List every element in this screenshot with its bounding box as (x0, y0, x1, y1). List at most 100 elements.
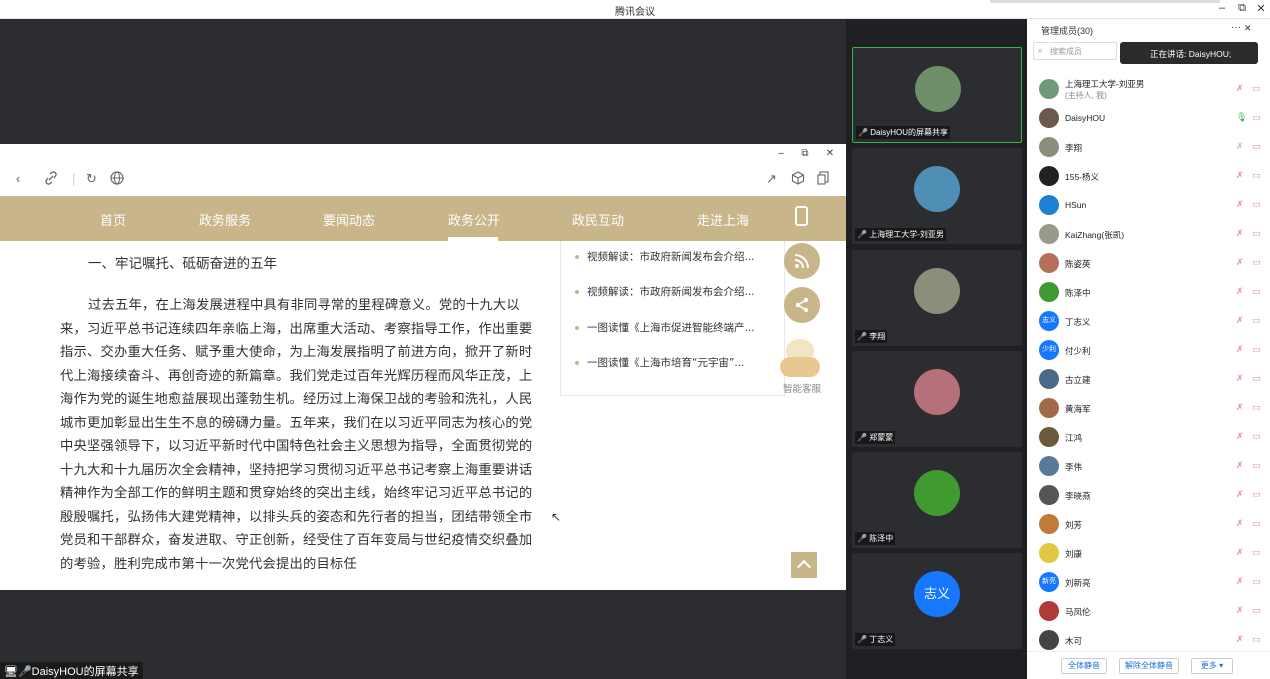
cube-icon[interactable] (791, 171, 805, 188)
member-row[interactable]: 李晓燕 ✗ ▭ (1027, 481, 1270, 510)
member-row[interactable]: DaisyHOU 🎙 ▭ (1027, 104, 1270, 133)
mic-muted-icon[interactable]: ✗ (1236, 286, 1244, 297)
member-search-input[interactable]: ⌕ 搜索成员 (1033, 42, 1117, 60)
mic-muted-icon[interactable]: ✗ (1236, 344, 1244, 355)
video-tile[interactable]: 🎤 郑蒙蒙 (852, 351, 1022, 447)
member-row[interactable]: 古立建 ✗ ▭ (1027, 365, 1270, 394)
camera-off-icon[interactable]: ▭ (1252, 141, 1261, 152)
rss-icon[interactable] (784, 243, 820, 279)
mic-icon[interactable]: 🎙 (1236, 112, 1247, 123)
minimize-button[interactable]: – (1212, 2, 1232, 14)
close-button[interactable]: ✕ (1251, 2, 1270, 15)
member-row[interactable]: 刘康 ✗ ▭ (1027, 539, 1270, 568)
camera-off-icon[interactable]: ▭ (1252, 257, 1261, 268)
related-item[interactable]: 一图读懂《上海市促进智能终端产... (575, 320, 755, 335)
camera-off-icon[interactable]: ▭ (1252, 170, 1261, 181)
member-row[interactable]: 上海理工大学-刘亚男 (主持人, 我) ✗ ▭ (1027, 75, 1270, 104)
member-row[interactable]: 黄海军 ✗ ▭ (1027, 394, 1270, 423)
nav-interaction[interactable]: 政民互动 (572, 210, 624, 229)
back-icon[interactable]: ‹ (16, 171, 20, 186)
member-row[interactable]: 志义 丁志义 ✗ ▭ (1027, 307, 1270, 336)
mic-muted-icon[interactable]: ✗ (1236, 315, 1244, 326)
mic-muted-icon[interactable]: ✗ (1236, 576, 1244, 587)
video-tile[interactable]: 🎤 上海理工大学-刘亚男 (852, 148, 1022, 244)
member-row[interactable]: 陈泽中 ✗ ▭ (1027, 278, 1270, 307)
member-row[interactable]: 刘芳 ✗ ▭ (1027, 510, 1270, 539)
related-item[interactable]: 一图读懂《上海市培育“元宇宙”... (575, 355, 744, 370)
camera-off-icon[interactable]: ▭ (1252, 518, 1261, 529)
mic-muted-icon[interactable]: ✗ (1236, 141, 1244, 152)
pages-icon[interactable] (816, 171, 830, 188)
mute-all-button[interactable]: 全体静音 (1061, 658, 1107, 674)
nav-government-services[interactable]: 政务服务 (199, 210, 251, 229)
video-tile[interactable]: 🎤 DaisyHOU的屏幕共享 (852, 47, 1022, 143)
nav-about-shanghai[interactable]: 走进上海 (697, 210, 749, 229)
chatbot-icon[interactable] (780, 339, 820, 381)
nav-home[interactable]: 首页 (100, 210, 126, 229)
panel-close-button[interactable]: ✕ (1244, 23, 1252, 34)
mobile-icon[interactable] (795, 206, 808, 226)
browser-maximize-button[interactable]: ⧉ (795, 148, 815, 159)
share-arrow-icon[interactable]: ↗ (766, 171, 777, 187)
browser-minimize-button[interactable]: – (771, 148, 791, 159)
nav-news[interactable]: 要闻动态 (323, 210, 375, 229)
camera-off-icon[interactable]: ▭ (1252, 605, 1261, 616)
member-row[interactable]: 江鸿 ✗ ▭ (1027, 423, 1270, 452)
mic-muted-icon[interactable]: ✗ (1236, 257, 1244, 268)
camera-off-icon[interactable]: ▭ (1252, 576, 1261, 587)
video-tile[interactable]: 🎤 李翔 (852, 250, 1022, 346)
related-item[interactable]: 视频解读：市政府新闻发布会介绍... (575, 249, 755, 264)
mic-muted-icon[interactable]: ✗ (1236, 199, 1244, 210)
more-options-button[interactable]: ··· (1231, 22, 1241, 33)
camera-off-icon[interactable]: ▭ (1252, 112, 1261, 123)
member-row[interactable]: 新亮 刘新亮 ✗ ▭ (1027, 568, 1270, 597)
related-item[interactable]: 视频解读：市政府新闻发布会介绍... (575, 284, 755, 299)
member-row[interactable]: KaiZhang(张凯) ✗ ▭ (1027, 220, 1270, 249)
mic-muted-icon[interactable]: ✗ (1236, 634, 1244, 645)
member-row[interactable]: 马凤伦 ✗ ▭ (1027, 597, 1270, 626)
video-tile[interactable]: 志义 🎤 丁志义 (852, 553, 1022, 649)
member-row[interactable]: 155-杨义 ✗ ▭ (1027, 162, 1270, 191)
mic-muted-icon[interactable]: ✗ (1236, 170, 1244, 181)
mic-muted-icon[interactable]: ✗ (1236, 518, 1244, 529)
camera-off-icon[interactable]: ▭ (1252, 344, 1261, 355)
more-button[interactable]: 更多 ▾ (1191, 658, 1233, 674)
browser-close-button[interactable]: ✕ (820, 148, 840, 159)
unmute-all-button[interactable]: 解除全体静音 (1119, 658, 1179, 674)
member-row[interactable]: 李伟 ✗ ▭ (1027, 452, 1270, 481)
maximize-button[interactable]: ⧉ (1232, 2, 1252, 15)
globe-icon[interactable] (110, 171, 124, 188)
mic-muted-icon[interactable]: ✗ (1236, 460, 1244, 471)
camera-off-icon[interactable]: ▭ (1252, 373, 1261, 384)
camera-off-icon[interactable]: ▭ (1252, 199, 1261, 210)
member-row[interactable]: 李翔 ✗ ▭ (1027, 133, 1270, 162)
camera-off-icon[interactable]: ▭ (1252, 402, 1261, 413)
mic-muted-icon[interactable]: ✗ (1236, 402, 1244, 413)
mic-muted-icon[interactable]: ✗ (1236, 431, 1244, 442)
member-row[interactable]: 少利 付少利 ✗ ▭ (1027, 336, 1270, 365)
camera-off-icon[interactable]: ▭ (1252, 634, 1261, 645)
camera-off-icon[interactable]: ▭ (1252, 489, 1261, 500)
camera-off-icon[interactable]: ▭ (1252, 460, 1261, 471)
member-name: 陈泽中 (1065, 288, 1091, 298)
link-icon[interactable] (44, 171, 58, 188)
camera-off-icon[interactable]: ▭ (1252, 547, 1261, 558)
share-icon[interactable] (784, 287, 820, 323)
member-row[interactable]: 陈姿英 ✗ ▭ (1027, 249, 1270, 278)
mic-muted-icon[interactable]: ✗ (1236, 489, 1244, 500)
back-to-top-button[interactable] (791, 552, 817, 578)
mic-muted-icon[interactable]: ✗ (1236, 547, 1244, 558)
camera-off-icon[interactable]: ▭ (1252, 83, 1261, 94)
camera-off-icon[interactable]: ▭ (1252, 315, 1261, 326)
mic-muted-icon[interactable]: ✗ (1236, 373, 1244, 384)
camera-off-icon[interactable]: ▭ (1252, 286, 1261, 297)
mic-muted-icon[interactable]: ✗ (1236, 83, 1244, 94)
camera-off-icon[interactable]: ▭ (1252, 431, 1261, 442)
nav-government-affairs[interactable]: 政务公开 (448, 210, 500, 229)
mic-muted-icon[interactable]: ✗ (1236, 605, 1244, 616)
mic-muted-icon[interactable]: ✗ (1236, 228, 1244, 239)
video-tile[interactable]: 🎤 陈泽中 (852, 452, 1022, 548)
member-row[interactable]: HSun ✗ ▭ (1027, 191, 1270, 220)
camera-off-icon[interactable]: ▭ (1252, 228, 1261, 239)
refresh-icon[interactable]: ↻ (86, 171, 97, 187)
